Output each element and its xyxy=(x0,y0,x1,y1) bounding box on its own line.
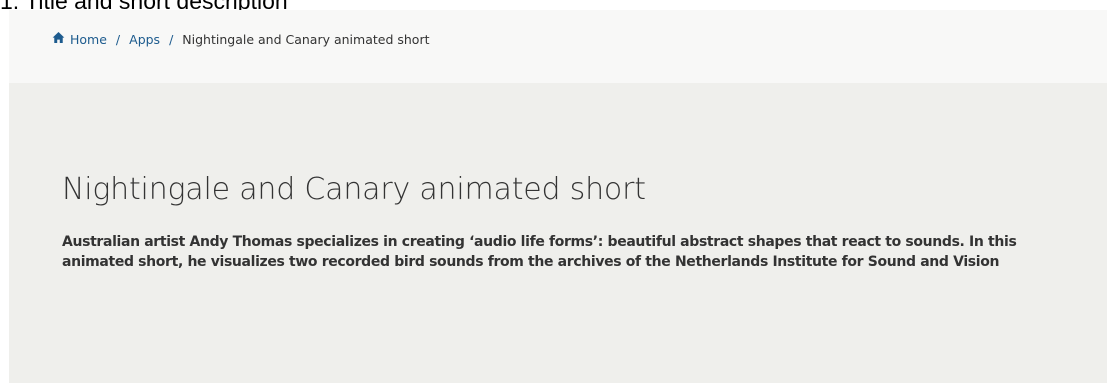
breadcrumb-apps-link[interactable]: Apps xyxy=(129,31,160,49)
page-description: Australian artist Andy Thomas specialize… xyxy=(62,234,1017,270)
breadcrumb-home-label: Home xyxy=(70,32,107,47)
breadcrumb-separator: / xyxy=(169,32,174,47)
breadcrumb-separator: / xyxy=(115,32,121,47)
home-icon xyxy=(52,31,65,44)
breadcrumb: Home / Apps / Nightingale and Canary ani… xyxy=(52,31,430,49)
breadcrumb-bar: Home / Apps / Nightingale and Canary ani… xyxy=(9,10,1107,83)
page-title: Nightingale and Canary animated short xyxy=(62,172,646,207)
breadcrumb-home-link[interactable]: Home xyxy=(52,31,107,49)
breadcrumb-current-page: Nightingale and Canary animated short xyxy=(182,32,430,47)
